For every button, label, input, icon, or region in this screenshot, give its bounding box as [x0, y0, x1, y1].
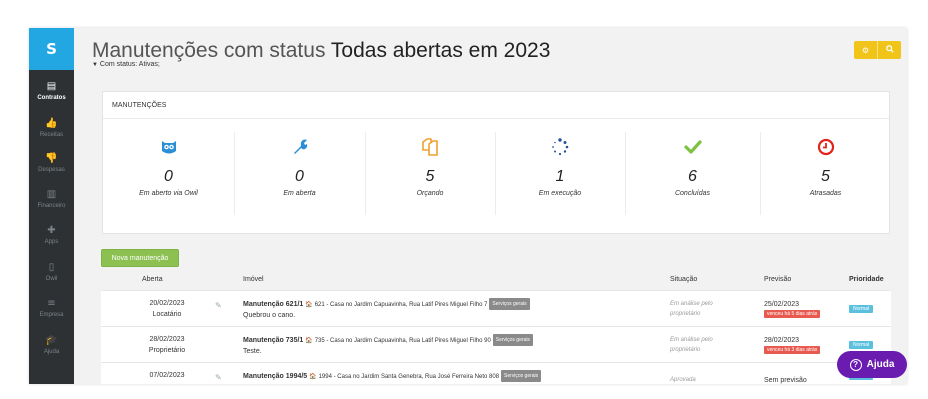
- settings-button[interactable]: ⚙: [854, 41, 878, 59]
- sidebar-item-apps[interactable]: ✚ Apps: [29, 218, 74, 252]
- sidebar-item-receitas[interactable]: 👍 Receitas: [29, 111, 74, 145]
- column-header-aberta[interactable]: Aberta: [142, 276, 163, 283]
- sidebar-item-despesas[interactable]: 👎 Despesas: [29, 146, 74, 180]
- priority-badge: Normal: [849, 305, 874, 313]
- sidebar-item-owil[interactable]: ▯ Owil: [29, 255, 74, 289]
- wrench-icon: [291, 136, 309, 158]
- maintenance-link[interactable]: Manutenção 1994/5: [243, 373, 307, 380]
- puzzle-icon: ✚: [47, 224, 56, 236]
- brand-logo[interactable]: S: [29, 28, 74, 70]
- priority-badge: Normal: [849, 341, 874, 349]
- column-header-situacao[interactable]: Situação: [670, 276, 697, 283]
- sidebar-item-contratos[interactable]: ▤ Contratos: [29, 74, 74, 108]
- search-icon: [885, 45, 894, 55]
- maintenance-link[interactable]: Manutenção 735/1: [243, 337, 303, 344]
- help-button[interactable]: ? Ajuda: [837, 351, 907, 378]
- house-icon: 🏠: [305, 338, 313, 344]
- bar-chart-icon: ▥: [46, 188, 57, 200]
- category-tag: Serviços gerais: [489, 298, 530, 310]
- column-header-previsao[interactable]: Previsão: [764, 276, 791, 283]
- column-header-imovel[interactable]: Imóvel: [243, 276, 264, 283]
- filter-subtitle: ▼ Com status: Ativas;: [92, 61, 160, 68]
- stat-em-execucao[interactable]: 1 Em execução: [495, 128, 625, 224]
- category-tag: Serviços gerais: [492, 334, 533, 346]
- page-title: Manutenções com status Todas abertas em …: [92, 39, 551, 62]
- check-icon: [683, 136, 702, 158]
- filter-icon: ▼: [92, 62, 98, 68]
- question-icon: ?: [849, 358, 862, 371]
- new-maintenance-button[interactable]: Nova manutenção: [101, 249, 179, 267]
- mobile-icon: ▯: [48, 261, 55, 273]
- document-icon: ▤: [46, 80, 57, 92]
- stat-concluidas[interactable]: 6 Concluídas: [625, 128, 760, 224]
- column-header-prioridade[interactable]: Prioridade: [849, 276, 884, 283]
- stat-orcando[interactable]: 5 Orçando: [365, 128, 495, 224]
- stat-em-aberto-owil[interactable]: 0 Em aberto via Owil: [103, 128, 234, 224]
- sidebar-item-empresa[interactable]: ≡ Empresa: [29, 291, 74, 325]
- maintenance-summary-panel: MANUTENÇÕES 0 Em aberto via Owil 0 Em ab…: [102, 91, 890, 234]
- house-icon: 🏠: [305, 302, 313, 308]
- thumbs-up-icon: 👍: [45, 117, 58, 129]
- app-window: S ▤ Contratos 👍 Receitas 👎 Despesas ▥ Fi…: [29, 28, 907, 384]
- search-button[interactable]: [878, 41, 901, 59]
- stat-em-aberta[interactable]: 0 Em aberta: [234, 128, 365, 224]
- sidebar: S ▤ Contratos 👍 Receitas 👎 Despesas ▥ Fi…: [29, 28, 74, 384]
- owl-icon: [160, 136, 178, 158]
- paperclip-icon[interactable]: ✎: [215, 301, 222, 310]
- sidebar-item-financeiro[interactable]: ▥ Financeiro: [29, 182, 74, 216]
- gear-icon: ⚙: [861, 45, 870, 55]
- graduation-cap-icon: 🎓: [45, 334, 58, 346]
- overdue-badge: venceu há 3 dias atrás: [764, 346, 821, 354]
- clock-icon: [817, 136, 835, 158]
- overdue-badge: venceu há 5 dias atrás: [764, 310, 821, 318]
- sidebar-item-ajuda[interactable]: 🎓 Ajuda: [29, 328, 74, 362]
- maintenance-link[interactable]: Manutenção 621/1: [243, 301, 303, 308]
- menu-icon: ≡: [47, 297, 56, 309]
- spinner-icon: [551, 136, 569, 158]
- thumbs-down-icon: 👎: [45, 152, 58, 164]
- paperclip-icon[interactable]: ✎: [215, 373, 222, 382]
- copy-icon: [421, 136, 439, 158]
- category-tag: Serviços gerais: [500, 370, 542, 382]
- stat-atrasadas[interactable]: 5 Atrasadas: [760, 128, 891, 224]
- house-icon: 🏠: [309, 374, 317, 380]
- header-actions: ⚙: [854, 41, 901, 59]
- panel-header: MANUTENÇÕES: [103, 92, 889, 119]
